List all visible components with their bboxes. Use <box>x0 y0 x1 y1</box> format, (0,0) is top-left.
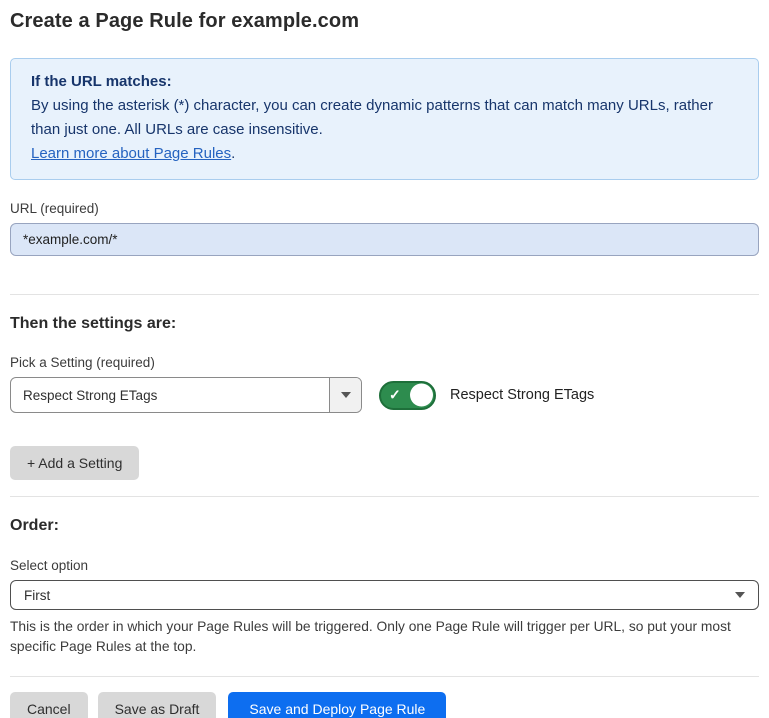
url-match-info-box: If the URL matches: By using the asteris… <box>10 58 759 180</box>
order-help-text: This is the order in which your Page Rul… <box>10 617 759 657</box>
page-title: Create a Page Rule for example.com <box>10 10 759 33</box>
etags-toggle-wrap: ✓ Respect Strong ETags <box>379 381 594 410</box>
caret-down-icon <box>341 392 351 398</box>
cancel-button[interactable]: Cancel <box>10 692 88 718</box>
url-section: URL (required) <box>10 201 759 256</box>
learn-more-link[interactable]: Learn more about Page Rules <box>31 145 231 162</box>
setting-dropdown-value: Respect Strong ETags <box>11 378 329 412</box>
info-box-link-line: Learn more about Page Rules. <box>31 142 738 166</box>
etags-toggle-label: Respect Strong ETags <box>450 387 594 403</box>
divider <box>10 496 759 497</box>
divider <box>10 294 759 295</box>
setting-dropdown[interactable]: Respect Strong ETags <box>10 377 362 413</box>
setting-dropdown-arrow-button[interactable] <box>329 378 361 412</box>
etags-toggle[interactable]: ✓ <box>379 381 436 410</box>
check-icon: ✓ <box>389 387 401 404</box>
save-draft-button[interactable]: Save as Draft <box>98 692 217 718</box>
order-heading: Order: <box>10 517 759 535</box>
footer-actions: Cancel Save as Draft Save and Deploy Pag… <box>10 692 759 718</box>
settings-heading: Then the settings are: <box>10 315 759 333</box>
info-box-body: By using the asterisk (*) character, you… <box>31 94 738 142</box>
divider <box>10 676 759 677</box>
url-field-label: URL (required) <box>10 201 759 216</box>
save-deploy-button[interactable]: Save and Deploy Page Rule <box>228 692 446 718</box>
order-select-value: First <box>24 588 50 603</box>
setting-row: Respect Strong ETags ✓ Respect Strong ET… <box>10 377 759 413</box>
order-select-label: Select option <box>10 558 759 573</box>
pick-setting-label: Pick a Setting (required) <box>10 355 759 370</box>
order-select[interactable]: First <box>10 580 759 610</box>
toggle-knob <box>410 384 433 407</box>
add-setting-button[interactable]: + Add a Setting <box>10 446 139 480</box>
info-box-heading: If the URL matches: <box>31 70 738 94</box>
link-suffix: . <box>231 145 235 162</box>
page-rule-form: Create a Page Rule for example.com If th… <box>0 0 769 718</box>
url-input[interactable] <box>10 223 759 256</box>
caret-down-icon <box>735 592 745 598</box>
